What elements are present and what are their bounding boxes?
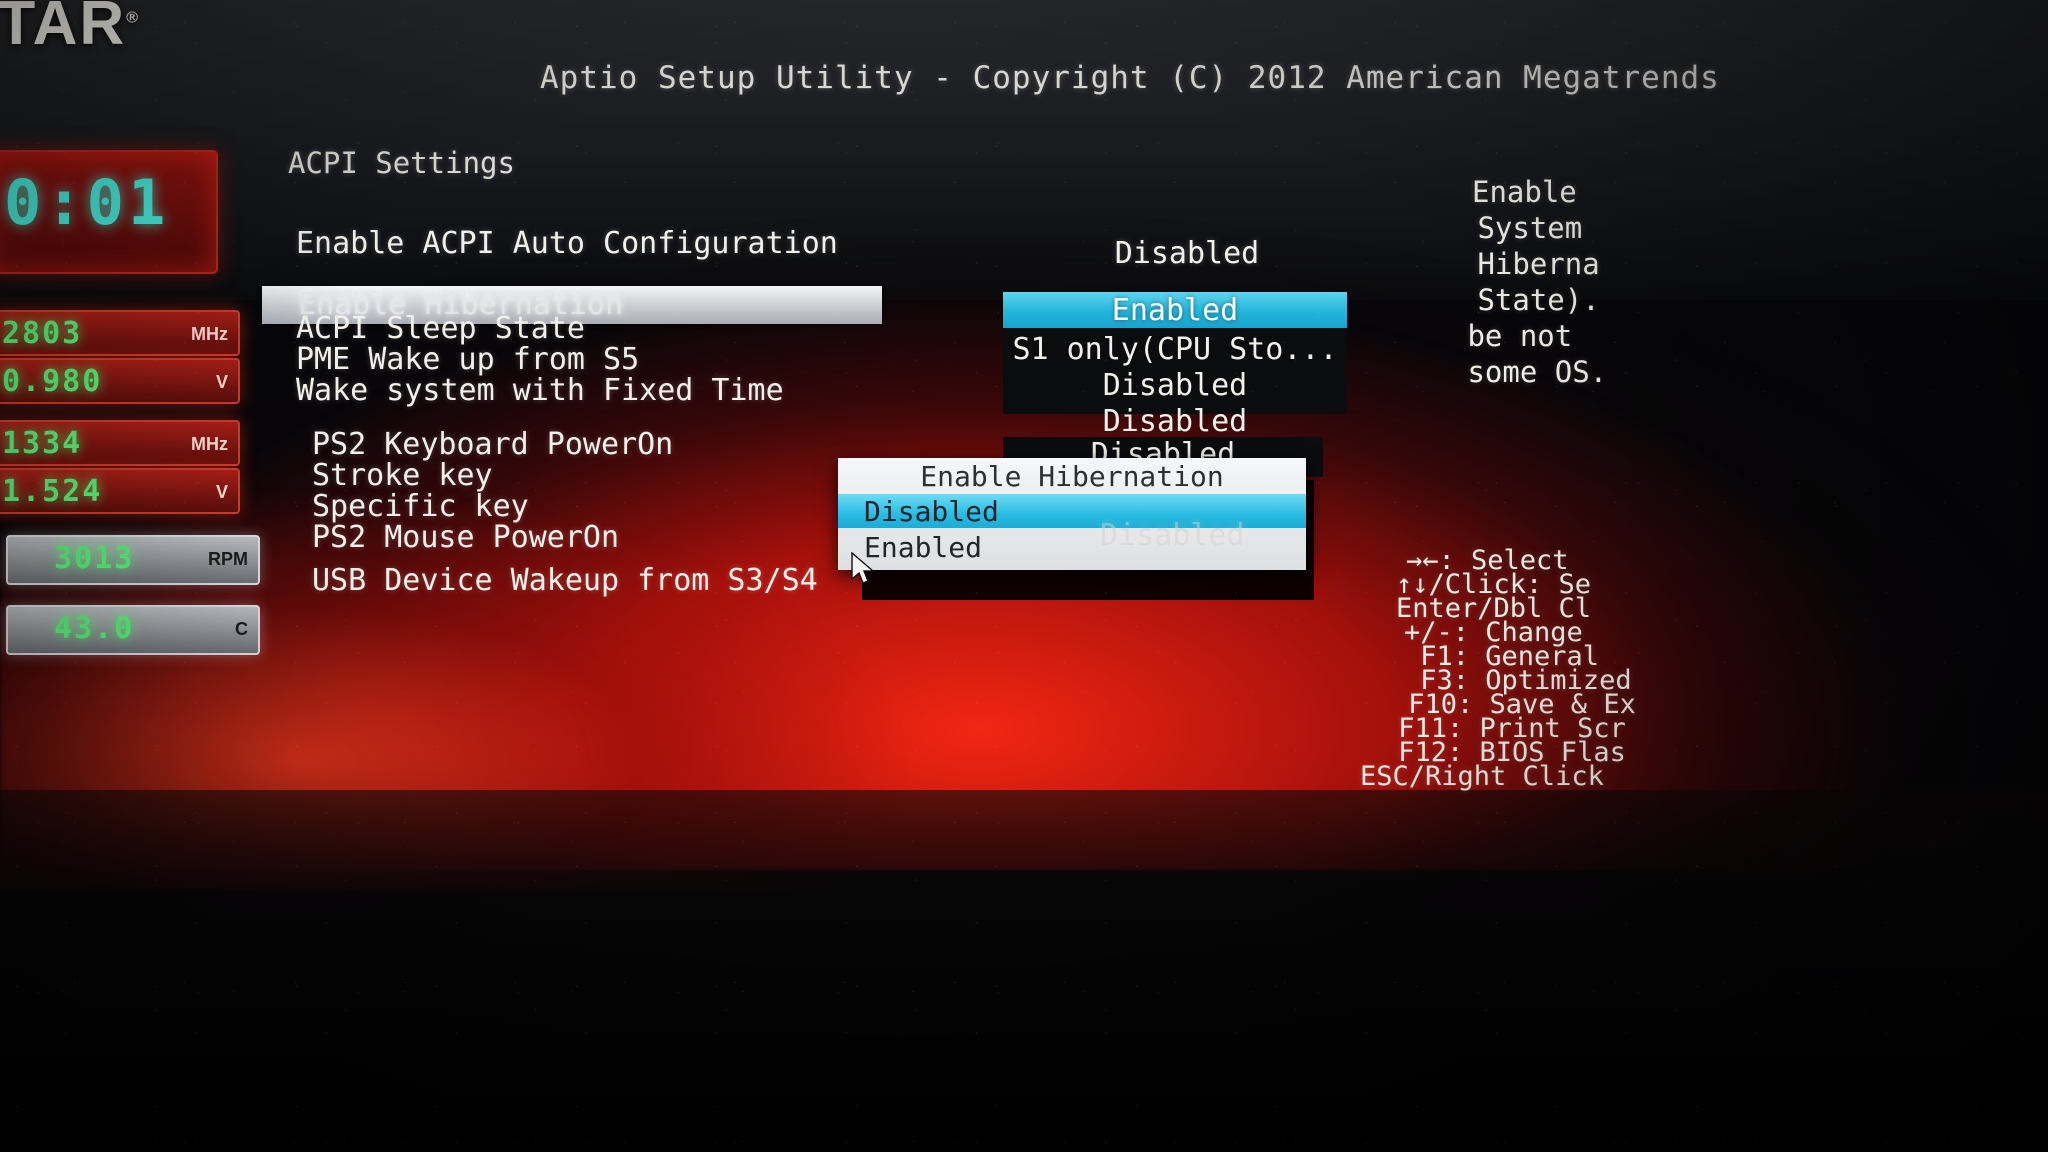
help-line-5: be not: [1450, 319, 1590, 353]
setting-row-wake-system-with-fixed-time[interactable]: Wake system with Fixed Time: [296, 373, 784, 408]
value-enable-acpi-auto-config[interactable]: Disabled: [1022, 236, 1352, 271]
setting-row-enable-acpi-auto-config[interactable]: Enable ACPI Auto Configuration: [296, 226, 838, 261]
setting-row-specific-key[interactable]: Specific key: [312, 489, 529, 524]
setting-row-pme-wake-up-from-s5[interactable]: PME Wake up from S5: [296, 342, 639, 377]
mouse-cursor-icon: [851, 552, 875, 584]
value-acpi-sleep-state[interactable]: S1 only(CPU Sto...: [1003, 332, 1347, 367]
value-ghost-disabled: Disabled: [1100, 518, 1245, 553]
setting-row-usb-device-wakeup[interactable]: USB Device Wakeup from S3/S4: [312, 563, 818, 598]
popup-option-disabled[interactable]: Disabled: [864, 495, 999, 528]
value-list-block[interactable]: Enabled S1 only(CPU Sto... Disabled Disa…: [1003, 292, 1347, 439]
key-legend-esc: ESC/Right Click: [1360, 761, 1604, 792]
help-line-3: Hiberna: [1460, 247, 1600, 281]
help-line-6: some OS.: [1450, 355, 1608, 389]
help-line-4: State).: [1460, 283, 1600, 317]
enable-hibernation-popup[interactable]: Enable Hibernation Disabled Enabled: [838, 458, 1306, 570]
setting-row-acpi-sleep-state[interactable]: ACPI Sleep State: [296, 311, 585, 346]
value-highlighted-enabled-label: Enabled: [1111, 293, 1239, 328]
setting-row-ps2-keyboard-poweron[interactable]: PS2 Keyboard PowerOn: [312, 427, 673, 462]
value-wake-system-with-fixed-time[interactable]: Disabled: [1003, 404, 1347, 439]
help-line-1: Enable: [1472, 175, 1577, 209]
setting-row-ps2-mouse-poweron[interactable]: PS2 Mouse PowerOn: [312, 520, 619, 555]
bios-ui: Aptio Setup Utility - Copyright (C) 2012…: [0, 0, 2048, 1152]
popup-title: Enable Hibernation: [920, 460, 1224, 493]
page-title: Aptio Setup Utility - Copyright (C) 2012…: [540, 60, 1720, 96]
help-line-2: System: [1460, 211, 1583, 245]
value-pme-wake-up-from-s5[interactable]: Disabled: [1003, 368, 1347, 403]
bios-screen-photo: STAR® 0:01 2803 MHz 0.980 V 1334 MHz 1.5…: [0, 0, 2048, 1152]
popup-option-enabled[interactable]: Enabled: [864, 531, 982, 564]
section-header: ACPI Settings: [288, 146, 515, 180]
value-highlighted-enabled[interactable]: Enabled: [1003, 292, 1347, 328]
setting-row-stroke-key[interactable]: Stroke key: [312, 458, 493, 493]
